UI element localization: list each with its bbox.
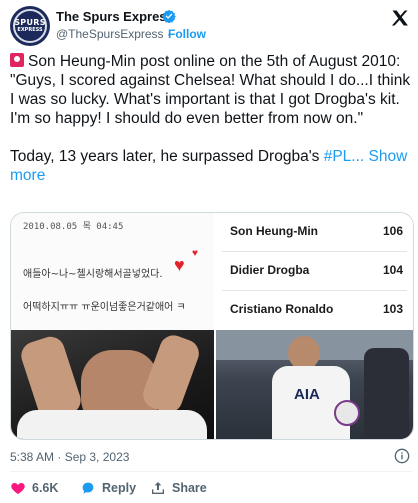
player-goals: 103 — [382, 302, 403, 316]
photo-shirt-shape — [17, 410, 207, 439]
share-button[interactable]: Share — [150, 479, 207, 497]
celebration-photo — [11, 330, 214, 439]
handle-text: @TheSpursExpress — [56, 27, 164, 41]
tweet-header: SPURS EXPRESS The Spurs Express @TheSpur… — [10, 6, 410, 46]
player-name: Son Heung-Min — [230, 224, 318, 238]
stats-row: Didier Drogba 104 — [214, 252, 413, 291]
photo-hand-shape — [139, 331, 203, 417]
reply-button[interactable]: Reply — [80, 479, 136, 497]
share-icon — [152, 482, 164, 494]
account-name[interactable]: The Spurs Express — [56, 9, 174, 24]
tweet-timestamp[interactable]: 5:38 AM · Sep 3, 2023 — [10, 450, 129, 464]
verified-badge-icon — [162, 9, 176, 23]
tweet-media[interactable]: 2010.08.05 목 04:45 ♥ ♥ 애들아~나~첼시랑해서골넣었다. … — [10, 212, 414, 440]
kit-sponsor-text: AIA — [294, 386, 320, 403]
siren-emoji-icon — [10, 53, 24, 67]
player-name: Cristiano Ronaldo — [230, 302, 334, 316]
stats-table: Son Heung-Min 106 Didier Drogba 104 Cris… — [214, 213, 413, 330]
like-count: 6.6K — [32, 481, 59, 495]
photo-staff-shape — [364, 348, 409, 439]
tweet-text: Son Heung-Min post online on the 5th of … — [10, 52, 412, 185]
handwritten-note-image: 2010.08.05 목 04:45 ♥ ♥ 애들아~나~첼시랑해서골넣었다. … — [11, 213, 214, 330]
reply-label: Reply — [102, 481, 137, 495]
avatar-text-top: SPURS — [14, 18, 46, 27]
account-handle[interactable]: @TheSpursExpress · — [56, 27, 171, 41]
note-line-1: 애들아~나~첼시랑해서골넣었다. — [23, 269, 163, 280]
x-logo-icon[interactable] — [390, 8, 410, 28]
avatar[interactable]: SPURS EXPRESS — [10, 6, 50, 46]
tweet-line-3-text: Today, 13 years later, he surpassed Drog… — [10, 148, 324, 165]
walkout-photo: AIA — [216, 330, 413, 439]
follow-button[interactable]: Follow — [168, 27, 206, 41]
heart-icon: ♥ — [174, 255, 185, 275]
small-heart-icon: ♥ — [192, 248, 198, 259]
note-date: 2010.08.05 목 04:45 — [23, 222, 124, 232]
reply-icon — [82, 482, 94, 494]
tweet-actions: 6.6K Reply Share — [10, 479, 412, 497]
stats-row: Son Heung-Min 106 — [214, 213, 413, 252]
player-goals: 106 — [382, 224, 403, 238]
player-goals: 104 — [382, 263, 403, 277]
divider — [10, 471, 412, 472]
info-icon[interactable] — [394, 448, 410, 464]
tweet-line-1: Son Heung-Min post online on the 5th of … — [10, 52, 412, 71]
photo-head-shape — [288, 336, 320, 370]
tweet-line-3: Today, 13 years later, he surpassed Drog… — [10, 147, 412, 185]
avatar-text-bottom: EXPRESS — [17, 27, 43, 33]
stats-row: Cristiano Ronaldo 103 — [214, 291, 413, 330]
tweet-line-1-text: Son Heung-Min post online on the 5th of … — [28, 53, 401, 70]
photo-ball-shape — [334, 400, 360, 426]
player-name: Didier Drogba — [230, 263, 310, 277]
hashtag-link[interactable]: #PL... — [324, 148, 365, 165]
note-line-2: 어떡하지ㅠㅠ ㅠ운이넘좋은거같애어 ㅋ — [23, 302, 186, 313]
share-label: Share — [172, 481, 207, 495]
like-button[interactable]: 6.6K — [10, 479, 58, 497]
tweet-line-2: "Guys, I scored against Chelsea! What sh… — [10, 72, 411, 127]
heart-icon — [11, 483, 25, 494]
